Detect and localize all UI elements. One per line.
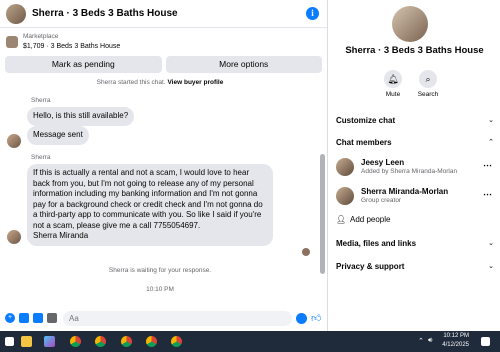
member-subtitle: Group creator: [361, 197, 402, 204]
mark-as-pending-button[interactable]: Mark as pending: [5, 56, 162, 73]
chevron-down-icon: ⌄: [488, 240, 494, 247]
waiting-notice: Sherra is waiting for your response.: [108, 267, 212, 274]
composer: + 👍︎: [0, 307, 327, 329]
chat-members-row[interactable]: Chat members ⌃: [336, 138, 494, 147]
mute-label: Mute: [385, 91, 401, 98]
sender-avatar[interactable]: [7, 230, 21, 244]
chat-started-text: Sherra started this chat.: [96, 79, 166, 86]
listing-actions: Mark as pending More options: [5, 56, 322, 73]
view-buyer-profile-link[interactable]: View buyer profile: [167, 79, 223, 86]
customize-chat-label: Customize chat: [336, 116, 396, 125]
add-people-button[interactable]: 👤︎ Add people: [336, 215, 390, 224]
read-receipt-avatar: [302, 248, 310, 256]
member-name: Sherra Miranda-Morlan: [361, 187, 449, 196]
message-sender: Sherra: [31, 154, 51, 161]
member-item[interactable]: Jeesy Leen Added by Sherra Miranda-Morla…: [336, 156, 494, 178]
search-button[interactable]: ⌕ Search: [413, 70, 443, 98]
search-icon: ⌕: [419, 70, 437, 88]
clock-date[interactable]: 4/12/2025: [436, 342, 469, 348]
member-item[interactable]: Sherra Miranda-Morlan Group creator ⋯: [336, 185, 494, 207]
chevron-up-icon: ⌃: [488, 139, 494, 146]
plus-icon[interactable]: +: [5, 313, 15, 323]
chevron-down-icon: ⌄: [488, 263, 494, 270]
member-avatar: [336, 158, 354, 176]
member-subtitle: Added by Sherra Miranda-Morlan: [361, 168, 458, 175]
file-explorer-icon[interactable]: [21, 336, 32, 347]
profile-avatar[interactable]: [392, 6, 428, 42]
member-name: Jeesy Leen: [361, 158, 405, 167]
privacy-support-row[interactable]: Privacy & support ⌄: [336, 262, 494, 271]
message-list: Sherra Hello, is this still available? M…: [0, 88, 320, 300]
sticker-icon[interactable]: [33, 313, 43, 323]
image-icon[interactable]: [19, 313, 29, 323]
message-bubble[interactable]: Hello, is this still available?: [27, 107, 135, 126]
bell-icon: 🔔︎: [384, 70, 402, 88]
listing-category: Marketplace: [23, 33, 59, 40]
start-icon[interactable]: [5, 337, 14, 346]
more-options-button[interactable]: More options: [165, 56, 322, 73]
taskbar: ⌃ 🔊︎ 10:12 PM 4/12/2025: [0, 331, 500, 352]
thumbs-up-icon[interactable]: 👍︎: [311, 313, 322, 324]
chrome-icon[interactable]: [121, 336, 132, 347]
chrome-icon[interactable]: [95, 336, 106, 347]
more-icon[interactable]: ⋯: [483, 189, 492, 200]
details-pane: Sherra · 3 Beds 3 Baths House 🔔︎ Mute ⌕ …: [329, 0, 500, 331]
add-people-label: Add people: [350, 215, 391, 224]
chat-started-notice: Sherra started this chat. View buyer pro…: [0, 79, 320, 86]
privacy-support-label: Privacy & support: [336, 262, 405, 271]
message-bubble[interactable]: Message sent: [27, 126, 89, 145]
member-avatar: [336, 187, 354, 205]
copilot-icon[interactable]: [44, 336, 55, 347]
profile-name: Sherra · 3 Beds 3 Baths House: [345, 45, 484, 56]
media-files-label: Media, files and links: [336, 239, 417, 248]
chat-title[interactable]: Sherra · 3 Beds 3 Baths House: [32, 8, 178, 19]
clock-time[interactable]: 10:12 PM: [436, 333, 469, 339]
chat-header: Sherra · 3 Beds 3 Baths House i: [0, 0, 327, 28]
scrollbar-thumb[interactable]: [320, 154, 325, 274]
more-icon[interactable]: ⋯: [483, 160, 492, 171]
chevron-down-icon: ⌄: [488, 117, 494, 124]
message-bubble[interactable]: If this is actually a rental and not a s…: [27, 164, 273, 246]
message-timestamp: 10:10 PM: [146, 286, 174, 293]
chat-scrollbar[interactable]: [320, 84, 325, 300]
speaker-icon[interactable]: 🔊︎: [428, 337, 432, 345]
mute-button[interactable]: 🔔︎ Mute: [378, 70, 408, 98]
chrome-icon[interactable]: [146, 336, 157, 347]
system-tray-icons[interactable]: ⌃: [418, 337, 424, 345]
chrome-icon[interactable]: [171, 336, 182, 347]
search-label: Search: [417, 91, 439, 98]
chat-avatar[interactable]: [6, 3, 26, 24]
info-icon[interactable]: i: [306, 7, 319, 20]
chat-members-label: Chat members: [336, 138, 392, 147]
gif-icon[interactable]: [47, 313, 57, 323]
listing-title: $1,709 · 3 Beds 3 Baths House: [23, 43, 121, 50]
customize-chat-row[interactable]: Customize chat ⌄: [336, 116, 494, 125]
message-input[interactable]: [63, 310, 292, 326]
chrome-icon[interactable]: [70, 336, 81, 347]
marketplace-listing[interactable]: Marketplace $1,709 · 3 Beds 3 Baths Hous…: [0, 30, 327, 54]
emoji-icon[interactable]: [296, 312, 307, 324]
listing-thumbnail: [6, 36, 18, 48]
message-sender: Sherra: [31, 97, 51, 104]
media-files-row[interactable]: Media, files and links ⌄: [336, 239, 494, 248]
add-person-icon: 👤︎: [336, 215, 347, 224]
sender-avatar[interactable]: [7, 134, 21, 148]
notifications-icon[interactable]: [481, 337, 490, 346]
chat-pane: Sherra · 3 Beds 3 Baths House i Marketpl…: [0, 0, 328, 331]
